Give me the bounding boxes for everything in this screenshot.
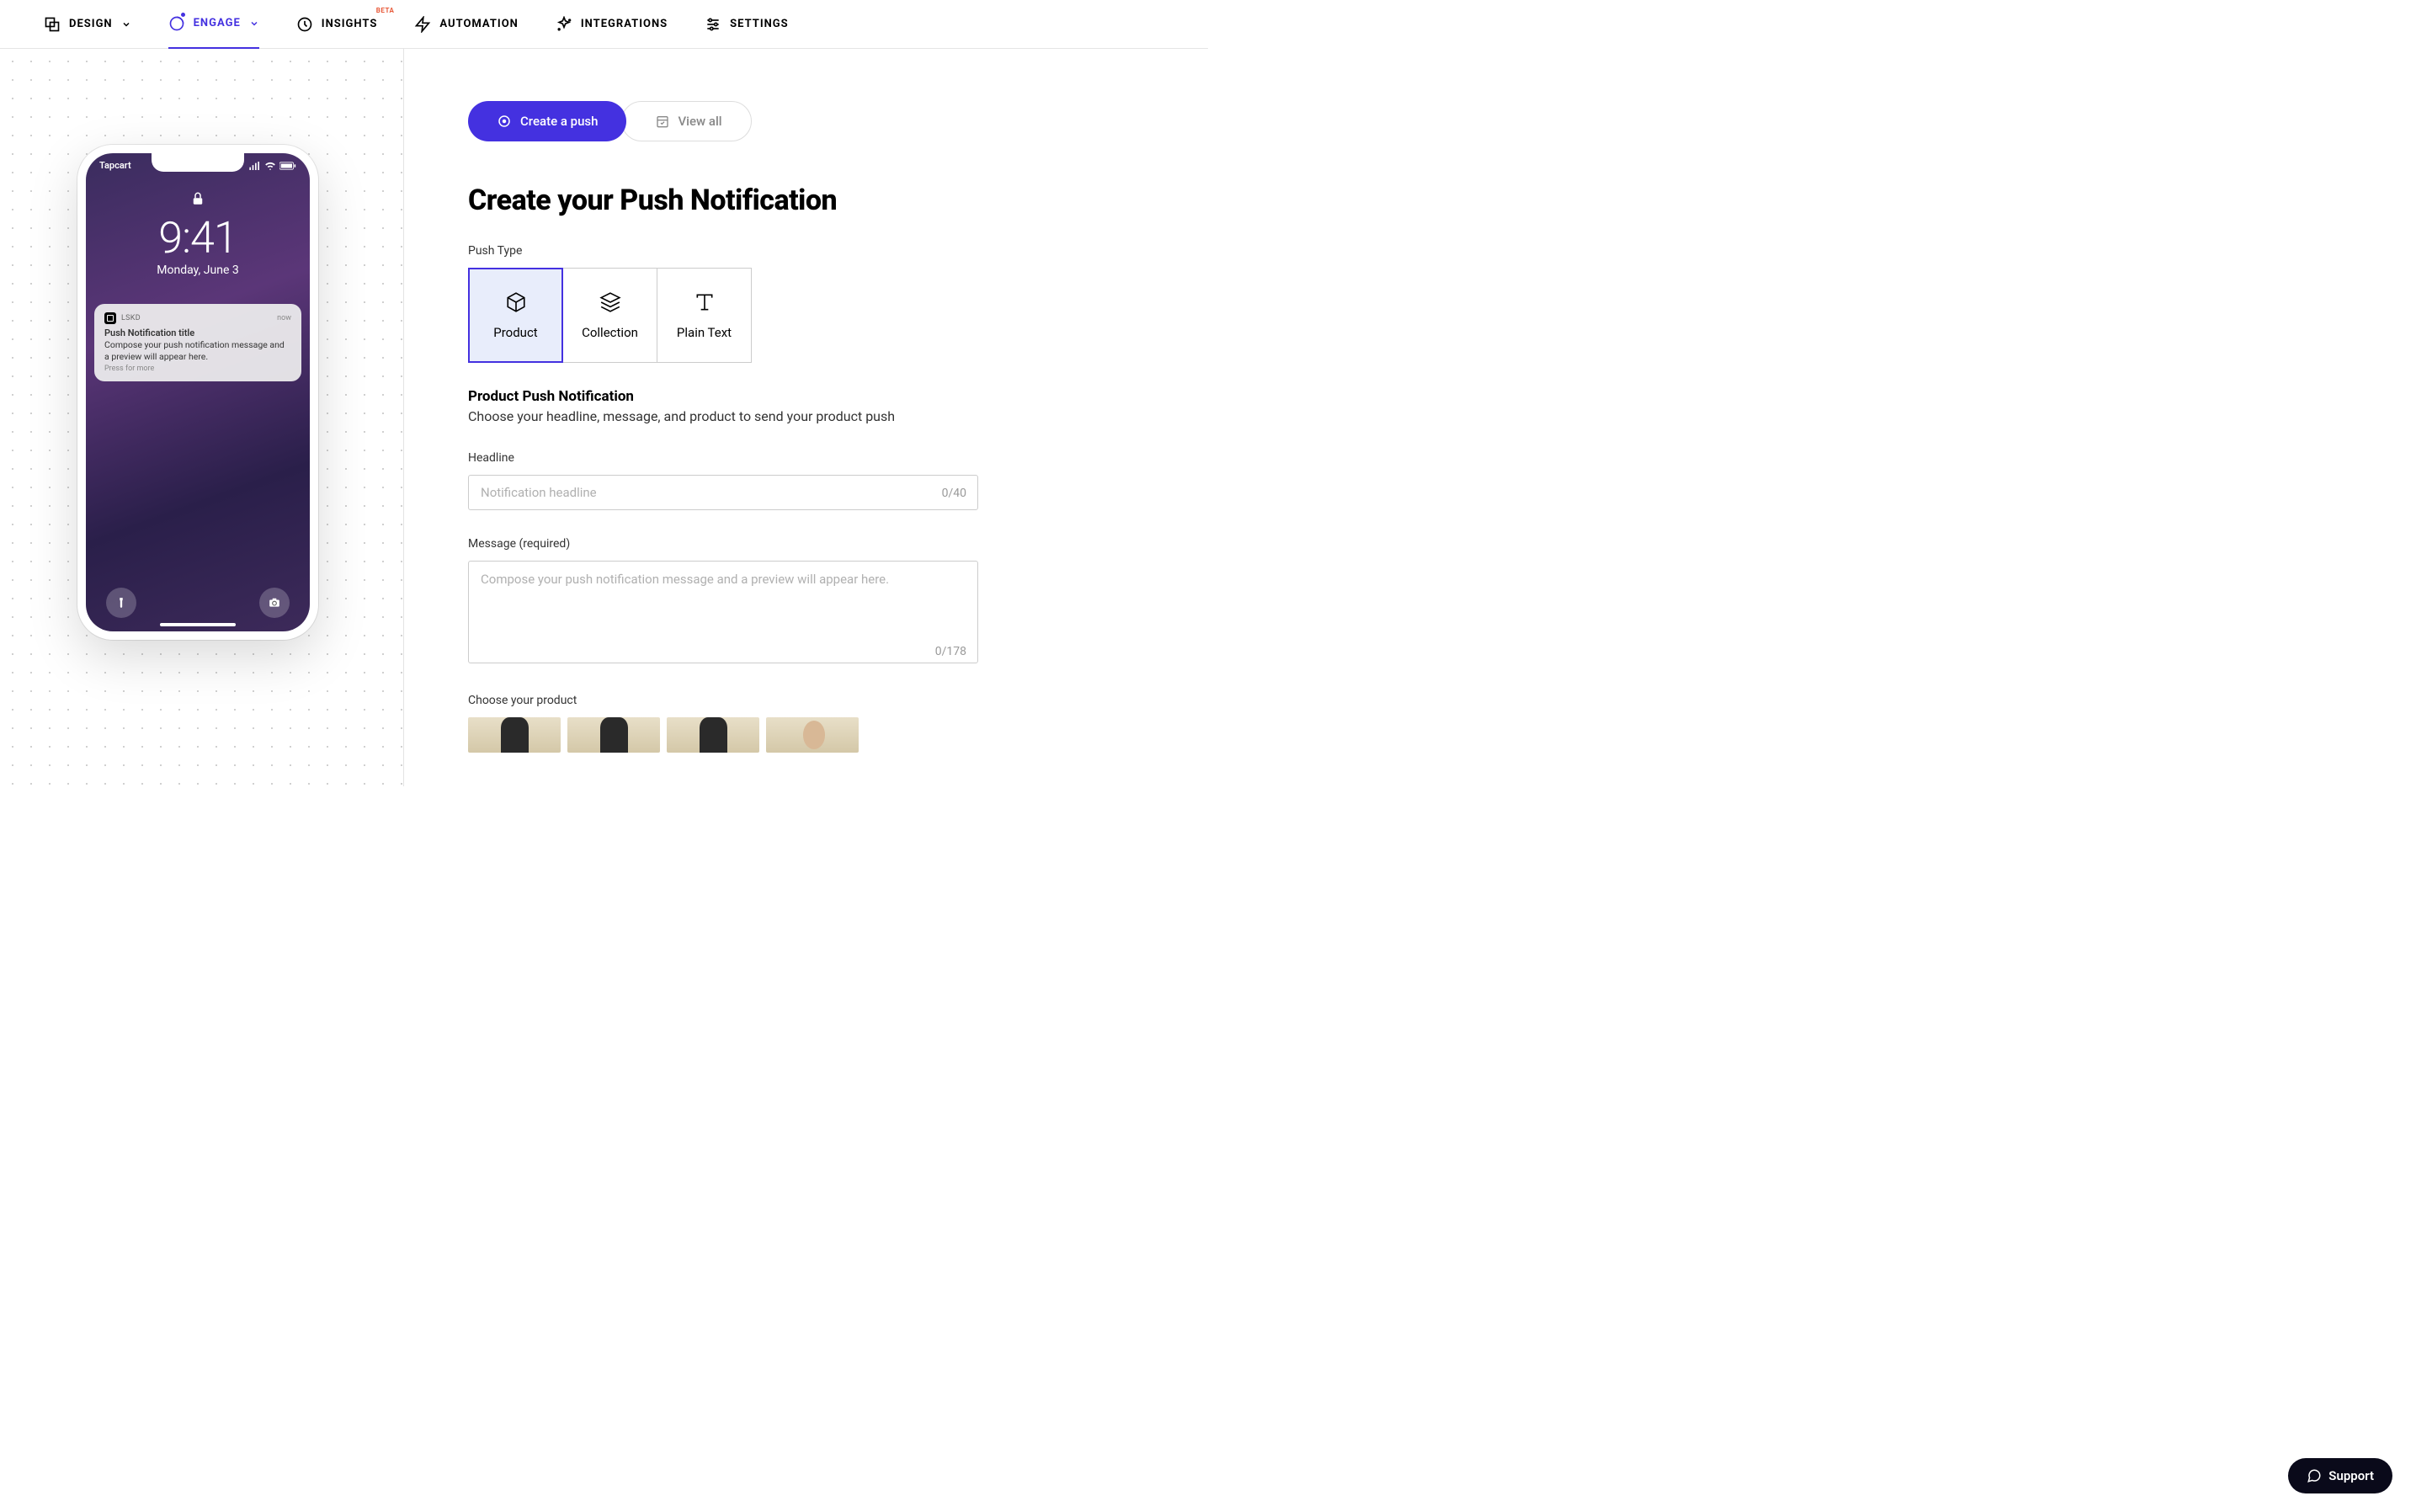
top-nav: Design Engage Insights BETA Automation I…: [0, 0, 1208, 49]
type-plaintext[interactable]: Plain Text: [657, 268, 752, 363]
section-title: Product Push Notification: [468, 388, 1107, 405]
product-thumb[interactable]: [468, 717, 561, 753]
notification-dot: [180, 12, 186, 18]
nav-label: Automation: [439, 18, 518, 30]
camera-icon: [268, 597, 281, 609]
chat-icon: [2307, 1468, 2322, 1483]
wifi-icon: [264, 162, 276, 170]
message-label: Message (required): [468, 537, 1107, 551]
nav-label: Integrations: [581, 18, 668, 30]
layers-icon: [599, 291, 621, 313]
phone-notch: [152, 153, 244, 172]
integrations-icon: [556, 16, 572, 33]
nav-engage[interactable]: Engage: [168, 0, 259, 49]
nav-design[interactable]: Design: [44, 0, 131, 49]
notif-press-more: Press for more: [104, 365, 291, 373]
signal-icon: [249, 162, 261, 170]
nav-label: Engage: [194, 17, 241, 29]
chevron-down-icon: [121, 19, 131, 29]
notification-preview: LSKD now Push Notification title Compose…: [94, 304, 301, 381]
nav-automation[interactable]: Automation: [414, 0, 518, 49]
page-title: Create your Push Notification: [468, 184, 1107, 217]
lock-screen: 9:41 Monday, June 3: [86, 189, 310, 277]
chevron-down-icon: [249, 19, 259, 29]
main-content: Create a push View all Create your Push …: [404, 49, 1208, 786]
message-input[interactable]: [468, 561, 978, 663]
phone-screen: Tapcart 9:41 Monday, June 3 LSKD: [86, 153, 310, 631]
notif-app-icon: [104, 312, 116, 324]
notif-timestamp: now: [277, 314, 291, 322]
section-description: Choose your headline, message, and produ…: [468, 408, 1107, 424]
type-collection[interactable]: Collection: [562, 268, 657, 363]
support-button[interactable]: Support: [2288, 1458, 2392, 1493]
phone-mockup: Tapcart 9:41 Monday, June 3 LSKD: [77, 145, 318, 640]
button-label: Create a push: [520, 114, 598, 129]
automation-icon: [414, 16, 431, 33]
button-label: View all: [678, 114, 721, 129]
nav-integrations[interactable]: Integrations: [556, 0, 668, 49]
nav-label: Design: [69, 18, 113, 30]
type-label: Collection: [582, 325, 638, 340]
flashlight-button: [106, 588, 136, 618]
engage-icon: [168, 15, 185, 32]
calendar-check-icon: [656, 114, 669, 128]
push-type-selector: Product Collection Plain Text: [468, 268, 1107, 363]
headline-counter: 0/40: [942, 487, 966, 500]
type-label: Product: [493, 325, 537, 340]
type-product[interactable]: Product: [468, 268, 563, 363]
nav-label: Settings: [730, 18, 789, 30]
notif-app-name: LSKD: [121, 314, 272, 322]
choose-product-label: Choose your product: [468, 694, 1107, 707]
push-type-label: Push Type: [468, 244, 1107, 258]
nav-insights[interactable]: Insights BETA: [296, 0, 378, 49]
nav-settings[interactable]: Settings: [705, 0, 789, 49]
design-icon: [44, 16, 61, 33]
preview-panel: Tapcart 9:41 Monday, June 3 LSKD: [0, 49, 404, 786]
notif-body: Compose your push notification message a…: [104, 339, 291, 362]
type-label: Plain Text: [677, 325, 732, 340]
box-icon: [505, 291, 527, 313]
support-label: Support: [2328, 1468, 2374, 1483]
lock-icon: [190, 189, 205, 208]
product-thumb[interactable]: [667, 717, 759, 753]
lockscreen-date: Monday, June 3: [86, 264, 310, 277]
product-thumb[interactable]: [766, 717, 859, 753]
status-icons: [249, 160, 296, 171]
flashlight-icon: [115, 597, 127, 609]
headline-input[interactable]: [468, 475, 978, 510]
lockscreen-time: 9:41: [86, 216, 310, 260]
view-all-button[interactable]: View all: [621, 101, 751, 141]
camera-button: [259, 588, 290, 618]
notif-title: Push Notification title: [104, 327, 291, 338]
target-icon: [497, 114, 512, 129]
action-pills: Create a push View all: [468, 101, 1107, 141]
nav-label: Insights: [322, 18, 378, 30]
product-thumb[interactable]: [567, 717, 660, 753]
settings-icon: [705, 16, 721, 33]
battery-icon: [279, 162, 296, 170]
product-list: [468, 717, 1107, 753]
headline-label: Headline: [468, 451, 1107, 465]
create-push-button[interactable]: Create a push: [468, 101, 626, 141]
text-icon: [694, 291, 716, 313]
message-counter: 0/178: [935, 645, 966, 658]
insights-icon: [296, 16, 313, 33]
carrier-label: Tapcart: [99, 160, 131, 171]
home-indicator: [160, 623, 236, 626]
beta-badge: BETA: [376, 7, 395, 14]
